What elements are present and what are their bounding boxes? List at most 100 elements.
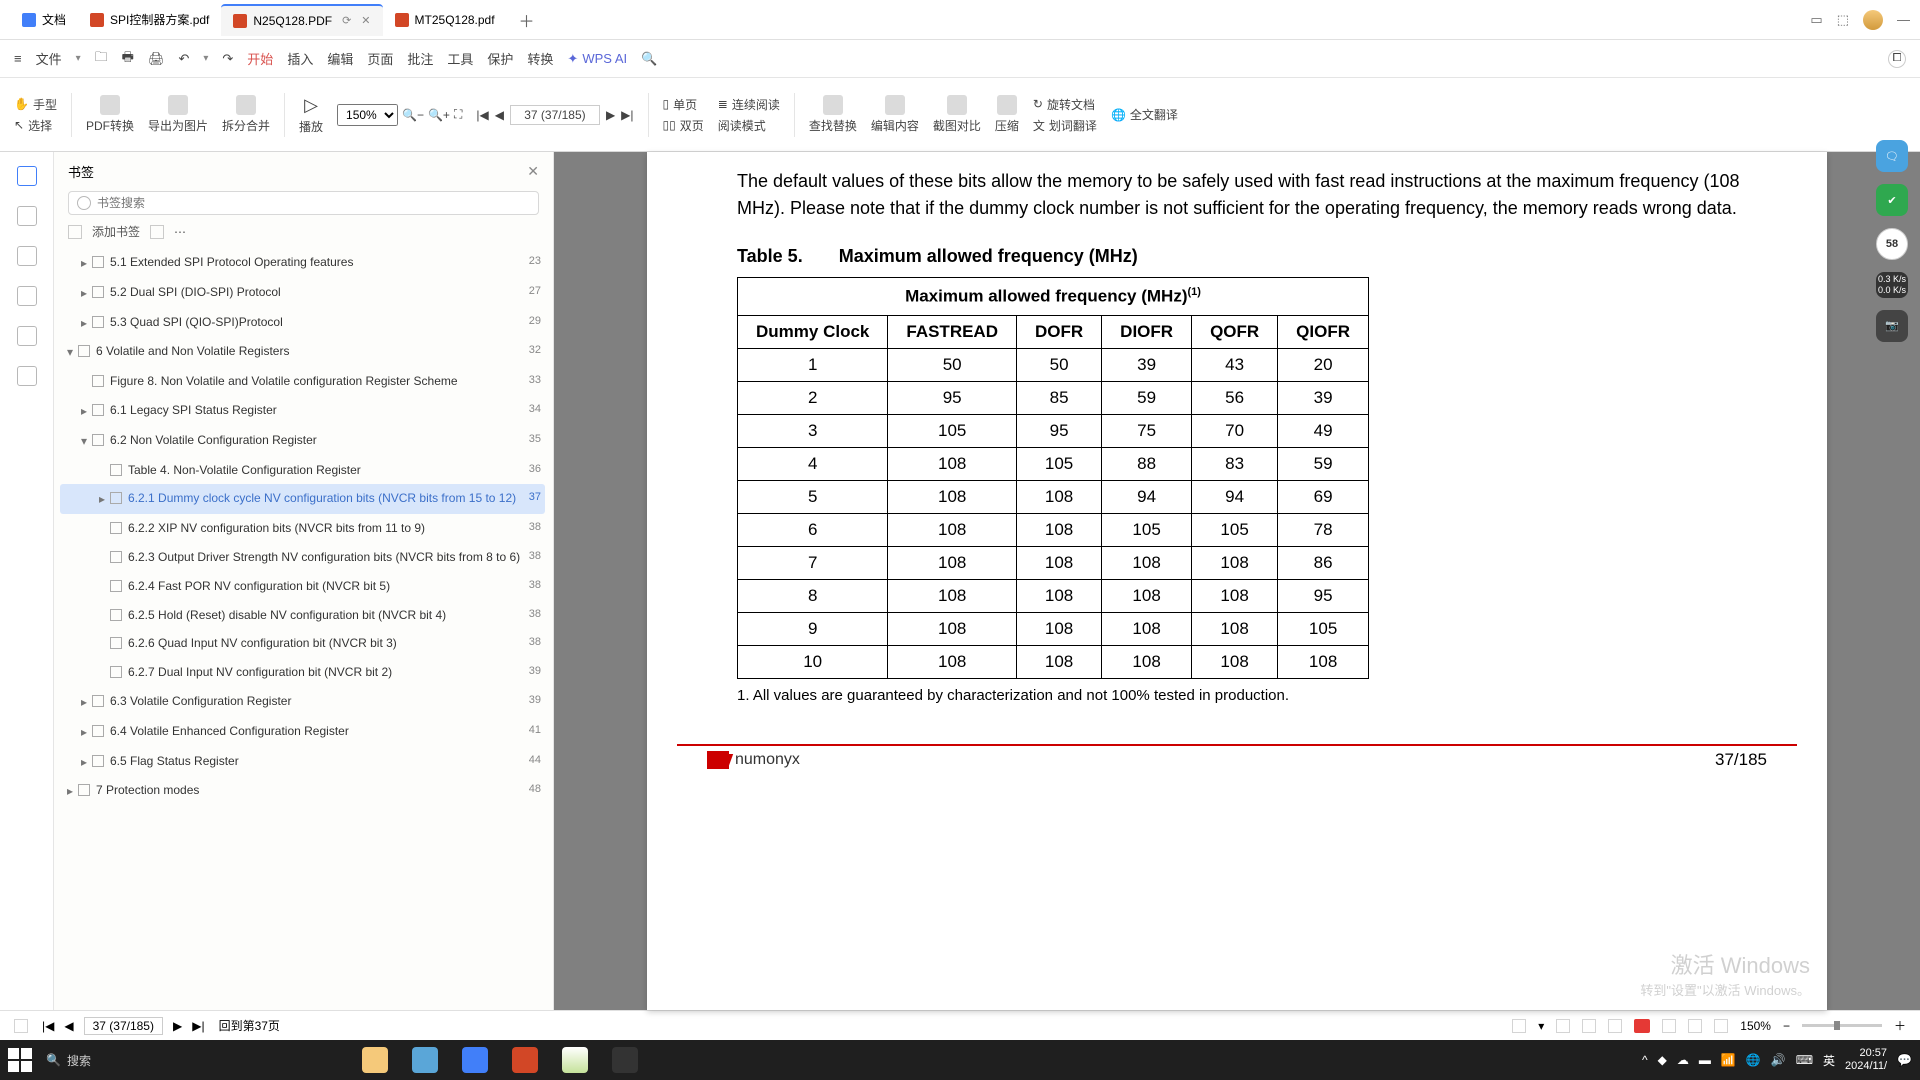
bookmark-item[interactable]: ▸7 Protection modes48 — [60, 776, 545, 806]
menu-tool[interactable]: 工具 — [447, 49, 473, 68]
open-icon[interactable]: 🗀 — [95, 48, 108, 70]
bookmark-item[interactable]: ▸6.2.1 Dummy clock cycle NV configuratio… — [60, 484, 545, 514]
rotate-doc-button[interactable]: ↻旋转文档 — [1033, 96, 1097, 113]
print-icon[interactable]: 🖶 — [122, 48, 134, 70]
fit-width-icon[interactable]: ⛶ — [454, 107, 462, 122]
play-button[interactable]: ▷播放 — [299, 95, 323, 135]
expand-icon[interactable]: ▸ — [78, 315, 90, 332]
menu-file[interactable]: 文件 — [36, 49, 62, 68]
tray-battery-icon[interactable]: ▬ — [1699, 1053, 1711, 1067]
pdf-convert-button[interactable]: PDF转换 — [86, 95, 134, 134]
bookmark-item[interactable]: 6.2.7 Dual Input NV configuration bit (N… — [60, 658, 545, 687]
single-page-button[interactable]: ▯单页 — [663, 96, 704, 113]
record-icon[interactable] — [1634, 1019, 1650, 1033]
tab-mt25q128[interactable]: MT25Q128.pdf — [383, 4, 507, 36]
menu-start[interactable]: 开始 — [247, 49, 273, 68]
tab-docs-home[interactable]: 文档 — [10, 4, 78, 36]
tray-wifi-icon[interactable]: 📶 — [1721, 1053, 1736, 1067]
bookmarks-icon[interactable] — [17, 166, 37, 186]
close-panel-icon[interactable]: ✕ — [527, 163, 539, 180]
tab-refresh-icon[interactable]: ⟳ — [342, 14, 351, 27]
app-pdf[interactable] — [501, 1041, 549, 1079]
help-icon[interactable]: ⧠ — [1888, 50, 1906, 68]
app-obs[interactable] — [601, 1041, 649, 1079]
expand-icon[interactable]: ▸ — [64, 783, 76, 800]
split-merge-button[interactable]: 拆分合并 — [222, 95, 270, 134]
first-page-icon[interactable]: |◀ — [42, 1019, 54, 1033]
back-to-page[interactable]: 回到第37页 — [219, 1017, 280, 1034]
expand-icon[interactable]: ▸ — [78, 754, 90, 771]
zoom-out-button[interactable]: − — [1783, 1019, 1790, 1033]
thumbnails-icon[interactable] — [17, 206, 37, 226]
bookmark-item[interactable]: ▸6.1 Legacy SPI Status Register34 — [60, 396, 545, 426]
zoom-select[interactable]: 150% — [337, 104, 398, 126]
taskbar-search[interactable]: 🔍搜索 — [46, 1052, 91, 1069]
layout2-icon[interactable] — [1582, 1019, 1596, 1033]
page-input[interactable]: 37 (37/185) — [510, 105, 600, 125]
app-wps[interactable] — [451, 1041, 499, 1079]
compress-button[interactable]: 压缩 — [995, 95, 1019, 134]
bookmark-search-input[interactable] — [97, 196, 530, 210]
app-edge[interactable] — [401, 1041, 449, 1079]
expand-icon[interactable]: ▾ — [78, 433, 90, 450]
add-bookmark-label[interactable]: 添加书签 — [92, 223, 140, 240]
menu-protect[interactable]: 保护 — [487, 49, 513, 68]
layout1-icon[interactable] — [1556, 1019, 1570, 1033]
avatar[interactable] — [1863, 10, 1883, 30]
chevron-down-icon[interactable]: ▾ — [1538, 1019, 1544, 1033]
select-tool[interactable]: ↖选择 — [14, 117, 57, 134]
layout3-icon[interactable] — [1608, 1019, 1622, 1033]
menu-edit[interactable]: 编辑 — [327, 49, 353, 68]
zoom-in-button[interactable]: ＋ — [1894, 1017, 1906, 1034]
start-button[interactable] — [8, 1048, 32, 1072]
comments-icon[interactable] — [17, 246, 37, 266]
delete-bookmark-icon[interactable] — [150, 225, 164, 239]
menu-page[interactable]: 页面 — [367, 49, 393, 68]
expand-icon[interactable]: ▾ — [64, 344, 76, 361]
menu-insert[interactable]: 插入 — [287, 49, 313, 68]
expand-icon[interactable]: ▸ — [78, 724, 90, 741]
tab-close-icon[interactable]: ✕ — [361, 14, 370, 27]
prev-page-icon[interactable]: ◀ — [64, 1019, 73, 1033]
eye-icon[interactable] — [1512, 1019, 1526, 1033]
first-page-icon[interactable]: |◀ — [476, 108, 488, 122]
expand-icon[interactable]: ▸ — [78, 255, 90, 272]
bookmark-item[interactable]: 6.2.3 Output Driver Strength NV configur… — [60, 543, 545, 572]
settings-icon[interactable] — [17, 366, 37, 386]
menu-convert[interactable]: 转换 — [527, 49, 553, 68]
tray-volume-icon[interactable]: 🔊 — [1771, 1053, 1786, 1067]
search-icon[interactable]: 🔍 — [641, 51, 657, 67]
tray-network-icon[interactable]: 🌐 — [1746, 1053, 1761, 1067]
expand-icon[interactable]: ▸ — [78, 694, 90, 711]
camera-badge[interactable]: 📷 — [1876, 310, 1908, 342]
score-badge[interactable]: 58 — [1876, 228, 1908, 260]
add-tab-button[interactable]: ＋ — [515, 8, 539, 32]
tab-spi-plan[interactable]: SPI控制器方案.pdf — [78, 4, 221, 36]
minimize-button[interactable]: — — [1897, 12, 1910, 27]
hand-tool[interactable]: ✋手型 — [14, 96, 57, 113]
bookmark-item[interactable]: ▸5.3 Quad SPI (QIO-SPI)Protocol29 — [60, 308, 545, 338]
last-page-icon[interactable]: ▶| — [621, 108, 633, 122]
layers-icon[interactable] — [17, 326, 37, 346]
find-replace-button[interactable]: 查找替换 — [809, 95, 857, 134]
tray-cloud-icon[interactable]: ☁ — [1677, 1053, 1689, 1067]
window-layout-icon[interactable]: ▭ — [1810, 12, 1822, 28]
cube-icon[interactable]: ⬚ — [1837, 12, 1849, 28]
expand-icon[interactable]: ▸ — [78, 285, 90, 302]
redo-icon[interactable]: ↷ — [222, 51, 233, 67]
bookmark-item[interactable]: Figure 8. Non Volatile and Volatile conf… — [60, 367, 545, 396]
continuous-read-button[interactable]: ≣连续阅读 — [718, 96, 780, 113]
undo-icon[interactable]: ↶ — [178, 51, 189, 67]
zoom-in-icon[interactable]: 🔍+ — [428, 108, 450, 122]
status-page-input[interactable]: 37 (37/185) — [84, 1017, 163, 1035]
app-note[interactable] — [551, 1041, 599, 1079]
bookmark-item[interactable]: ▸6.3 Volatile Configuration Register39 — [60, 687, 545, 717]
highlight-translate-button[interactable]: 文划词翻译 — [1033, 117, 1097, 134]
assistant-badge[interactable]: 🗨 — [1876, 140, 1908, 172]
zoom-out-icon[interactable]: 🔍− — [402, 108, 424, 122]
next-page-icon[interactable]: ▶ — [606, 108, 615, 122]
shield-badge[interactable]: ✔ — [1876, 184, 1908, 216]
edit-content-button[interactable]: 编辑内容 — [871, 95, 919, 134]
app-explorer[interactable] — [351, 1041, 399, 1079]
bookmark-item[interactable]: Table 4. Non-Volatile Configuration Regi… — [60, 456, 545, 485]
